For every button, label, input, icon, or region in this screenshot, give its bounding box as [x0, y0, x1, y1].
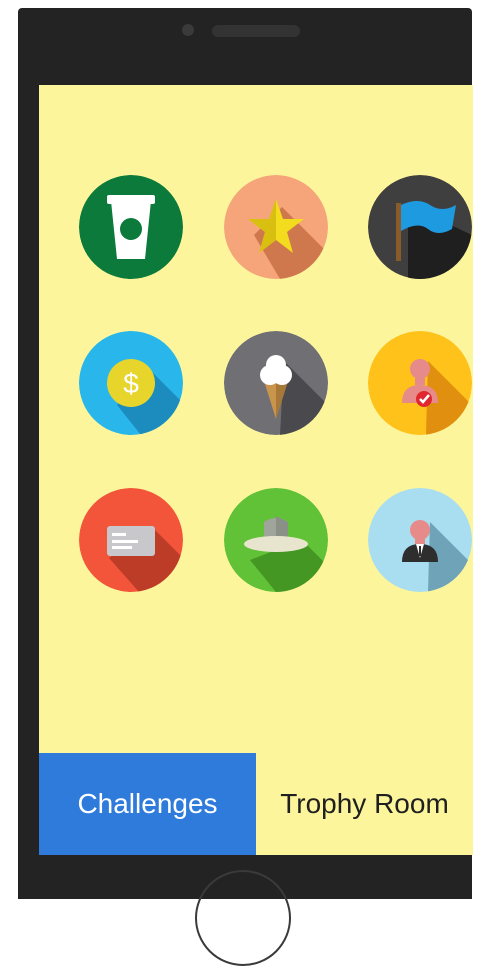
ice-cream-icon[interactable] [224, 331, 328, 435]
home-button[interactable] [195, 870, 291, 966]
earpiece-speaker [212, 25, 300, 37]
coffee-cup-icon[interactable] [79, 175, 183, 279]
svg-text:$: $ [123, 368, 139, 399]
bottom-tab-bar: Challenges Trophy Room [39, 753, 473, 855]
person-check-icon[interactable] [368, 331, 472, 435]
star-icon[interactable] [224, 175, 328, 279]
tab-challenges[interactable]: Challenges [39, 753, 256, 855]
tab-trophy-room[interactable]: Trophy Room [256, 753, 473, 855]
phone-frame: $ Challenges Trophy Room [18, 8, 473, 899]
credit-card-icon[interactable] [79, 488, 183, 592]
app-screen: $ Challenges Trophy Room [39, 85, 473, 855]
coin-dollar-icon[interactable]: $ [79, 331, 183, 435]
cowboy-hat-icon[interactable] [224, 488, 328, 592]
flag-icon[interactable] [368, 175, 472, 279]
businessman-icon[interactable] [368, 488, 472, 592]
front-camera [182, 24, 194, 36]
